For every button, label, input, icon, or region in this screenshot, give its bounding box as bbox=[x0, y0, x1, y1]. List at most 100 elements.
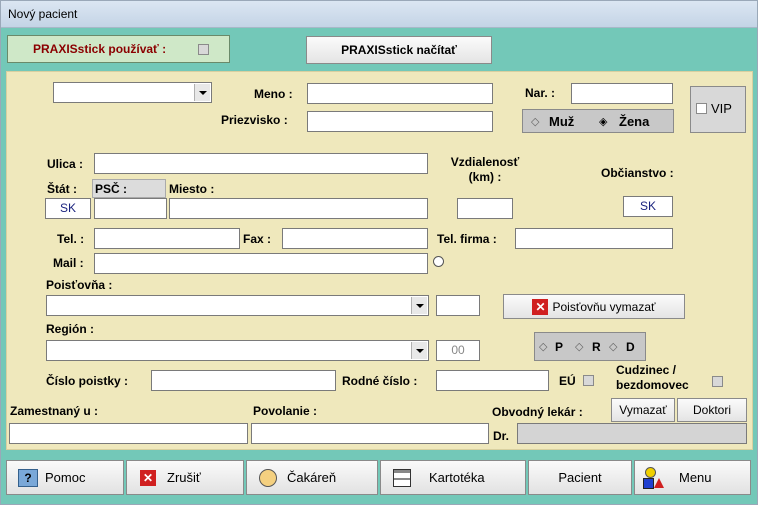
doktori-button[interactable]: Doktori bbox=[677, 398, 747, 422]
use-praxisstick-label: PRAXISstick používať : bbox=[33, 42, 167, 56]
vip-label: VIP bbox=[711, 101, 732, 116]
pomoc-label: Pomoc bbox=[45, 470, 86, 485]
poistovna-delete-label: Poisťovňu vymazať bbox=[552, 299, 656, 314]
stat-label: Štát : bbox=[47, 182, 77, 196]
radio-p-icon[interactable]: ◇ bbox=[539, 340, 547, 353]
poistovna-delete-button[interactable]: ✕ Poisťovňu vymazať bbox=[503, 294, 685, 319]
shapes-menu-icon bbox=[643, 466, 665, 489]
poistovna-code-input[interactable] bbox=[436, 295, 480, 316]
chevron-down-icon bbox=[411, 342, 427, 359]
priezvisko-label: Priezvisko : bbox=[221, 113, 288, 127]
vzdialenost-label: Vzdialenosť (km) : bbox=[450, 155, 520, 184]
cancel-icon: ✕ bbox=[137, 467, 159, 489]
waiting-room-icon bbox=[257, 467, 279, 489]
tel-label: Tel. : bbox=[57, 232, 85, 246]
nar-label: Nar. : bbox=[525, 86, 556, 100]
obvodny-lekar-label: Obvodný lekár : bbox=[492, 405, 583, 419]
region-code-input[interactable]: 00 bbox=[436, 340, 480, 361]
psc-input[interactable] bbox=[94, 198, 167, 219]
zrusit-label: Zrušiť bbox=[167, 470, 201, 485]
priezvisko-input[interactable] bbox=[307, 111, 493, 132]
tel-firma-input[interactable] bbox=[515, 228, 673, 249]
gender-male-label[interactable]: Muž bbox=[549, 114, 574, 129]
region-select[interactable] bbox=[46, 340, 429, 361]
meno-label: Meno : bbox=[254, 87, 293, 101]
rodne-cislo-input[interactable] bbox=[436, 370, 549, 391]
miesto-input[interactable] bbox=[169, 198, 428, 219]
help-icon: ? bbox=[17, 467, 39, 489]
poistovna-label: Poisťovňa : bbox=[46, 278, 113, 292]
chevron-down-icon bbox=[411, 297, 427, 314]
pacient-button[interactable]: Pacient bbox=[528, 460, 632, 495]
gender-group: ◇ Muž ◈ Žena bbox=[522, 109, 674, 133]
cudzinec-label: Cudzinec / bbox=[616, 363, 677, 377]
region-label: Región : bbox=[46, 322, 94, 336]
radio-r-icon[interactable]: ◇ bbox=[575, 340, 583, 353]
tel-firma-label: Tel. firma : bbox=[437, 232, 497, 246]
menu-label: Menu bbox=[679, 470, 712, 485]
rodne-cislo-label: Rodné číslo : bbox=[342, 374, 418, 388]
doctor-input bbox=[517, 423, 747, 444]
doktori-label: Doktori bbox=[692, 403, 731, 417]
pacient-label: Pacient bbox=[558, 470, 602, 485]
title-select[interactable] bbox=[53, 82, 212, 103]
dr-label: Dr. bbox=[493, 429, 510, 443]
gender-female-label[interactable]: Žena bbox=[619, 114, 649, 129]
kartoteka-label: Kartotéka bbox=[429, 470, 485, 485]
vzdialenost-input[interactable] bbox=[457, 198, 513, 219]
prd-p-label[interactable]: P bbox=[555, 340, 563, 354]
mail-label: Mail : bbox=[53, 256, 84, 270]
cudzinec-checkbox[interactable] bbox=[712, 376, 723, 387]
use-praxisstick-box: PRAXISstick používať : bbox=[7, 35, 230, 63]
meno-input[interactable] bbox=[307, 83, 493, 104]
radio-d-icon[interactable]: ◇ bbox=[609, 340, 617, 353]
miesto-label: Miesto : bbox=[169, 182, 215, 196]
vymazat-button[interactable]: Vymazať bbox=[611, 398, 675, 422]
card-index-icon bbox=[391, 467, 413, 489]
read-praxisstick-button[interactable]: PRAXISstick načítať bbox=[306, 36, 492, 64]
close-icon: ✕ bbox=[532, 298, 549, 315]
vip-checkbox[interactable] bbox=[696, 103, 707, 114]
obcianstvo-label: Občianstvo : bbox=[601, 166, 674, 180]
eu-label: EÚ bbox=[559, 374, 576, 388]
kartoteka-button[interactable]: Kartotéka bbox=[380, 460, 526, 495]
mail-input[interactable] bbox=[94, 253, 428, 274]
tel-input[interactable] bbox=[94, 228, 240, 249]
mail-radio-icon[interactable] bbox=[433, 256, 444, 267]
ulica-label: Ulica : bbox=[47, 157, 84, 171]
ulica-input[interactable] bbox=[94, 153, 428, 174]
prd-group: ◇ P ◇ R ◇ D bbox=[534, 332, 646, 361]
radio-female-icon[interactable]: ◈ bbox=[599, 115, 607, 128]
chevron-down-icon bbox=[194, 84, 210, 101]
psc-label: PSČ : bbox=[95, 182, 128, 196]
patient-window: Nový pacient PRAXISstick používať : PRAX… bbox=[0, 0, 758, 505]
vymazat-label: Vymazať bbox=[619, 403, 667, 417]
psc-header: PSČ : bbox=[92, 179, 166, 198]
prd-d-label[interactable]: D bbox=[626, 340, 635, 354]
read-praxisstick-label: PRAXISstick načítať bbox=[341, 43, 457, 57]
pomoc-button[interactable]: ? Pomoc bbox=[6, 460, 124, 495]
bezdomovec-label: bezdomovec bbox=[616, 378, 689, 392]
menu-button[interactable]: Menu bbox=[634, 460, 751, 495]
fax-input[interactable] bbox=[282, 228, 428, 249]
radio-male-icon[interactable]: ◇ bbox=[531, 115, 539, 128]
prd-r-label[interactable]: R bbox=[592, 340, 601, 354]
cakaren-button[interactable]: Čakáreň bbox=[246, 460, 378, 495]
stat-input[interactable]: SK bbox=[45, 198, 91, 219]
zrusit-button[interactable]: ✕ Zrušiť bbox=[126, 460, 244, 495]
cislo-poistky-label: Číslo poistky : bbox=[46, 374, 129, 388]
use-praxisstick-checkbox[interactable] bbox=[198, 44, 209, 55]
title-bar: Nový pacient bbox=[1, 1, 757, 28]
fax-label: Fax : bbox=[243, 232, 272, 246]
cislo-poistky-input[interactable] bbox=[151, 370, 336, 391]
obcianstvo-input[interactable]: SK bbox=[623, 196, 673, 217]
birth-date-input[interactable] bbox=[571, 83, 673, 104]
poistovna-select[interactable] bbox=[46, 295, 429, 316]
povolanie-input[interactable] bbox=[251, 423, 489, 444]
zamestnany-input[interactable] bbox=[9, 423, 248, 444]
cakaren-label: Čakáreň bbox=[287, 470, 337, 485]
povolanie-label: Povolanie : bbox=[253, 404, 318, 418]
eu-checkbox[interactable] bbox=[583, 375, 594, 386]
zamestnany-label: Zamestnaný u : bbox=[10, 404, 99, 418]
vip-toggle[interactable]: VIP bbox=[690, 86, 746, 133]
